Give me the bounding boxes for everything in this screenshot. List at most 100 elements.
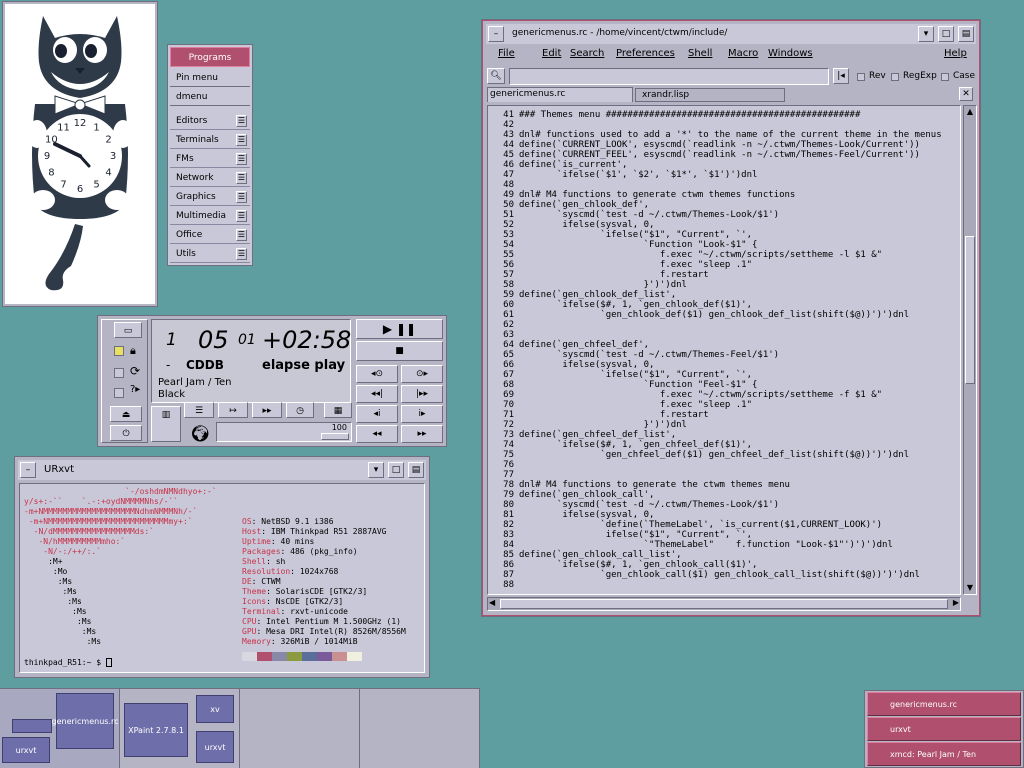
clear-search-button[interactable]: |◂ [833,68,849,84]
mini-window-xpaint[interactable]: XPaint 2.7.8.1 [124,703,188,757]
tab-xrandr[interactable]: xrandr.lisp [635,88,785,102]
disc-button[interactable]: ▥ [151,406,181,442]
code-text: `syscmd(`test -d ~/.ctwm/Themes-Look/$1'… [519,210,780,220]
window-menu-button[interactable]: – [488,26,504,42]
next-track-button[interactable]: |▸▸ [401,385,443,403]
prev-index-button[interactable]: ◂i [356,405,398,423]
menu-search[interactable]: Search [570,48,604,59]
menu-edit[interactable]: Edit [542,48,561,59]
maximize-button[interactable]: □ [388,462,404,478]
play-pause-button[interactable]: ▶ ❚❚ [356,319,443,339]
repeat-checkbox[interactable] [114,368,124,378]
menu-item-fms[interactable]: FMs ☰ [170,150,250,168]
terminal-content[interactable]: `-/oshdmNMNdhyo+:-` y/s+:-`` `.-:+oydNMMM… [19,483,425,673]
search-icon[interactable]: 🔍︎ [487,68,505,84]
menu-item-graphics[interactable]: Graphics ☰ [170,188,250,206]
menu-item-terminals[interactable]: Terminals ☰ [170,131,250,149]
maximize-button[interactable]: □ [938,26,954,42]
stop-button[interactable]: ■ [356,341,443,361]
line-number: 50 [503,200,514,210]
scroll-thumb[interactable] [965,236,975,384]
tab-genericmenus[interactable]: genericmenus.rc [487,87,633,102]
scroll-down-arrow[interactable]: ▼ [965,583,975,593]
menu-shell[interactable]: Shell [688,48,712,59]
menu-item-editors[interactable]: Editors ☰ [170,112,250,130]
eject-button[interactable]: ⏏ [110,406,142,422]
workspace-4[interactable] [360,689,480,768]
terminal-titlebar[interactable]: – URxvt ▾ □ ▤ [18,460,426,480]
iconify-button[interactable]: ▾ [918,26,934,42]
workspace-3[interactable] [240,689,360,768]
submenu-arrow-icon: ☰ [236,134,247,146]
menu-help[interactable]: Help [944,48,967,59]
mini-window-urxvt-2[interactable]: urxvt [196,731,234,763]
line-number: 80 [503,500,514,510]
code-text: ifelse("$1", "Current", `', [519,530,752,540]
workspace-2[interactable]: XPaint 2.7.8.1 xv urxvt [120,689,240,768]
menu-windows[interactable]: Windows [768,48,813,59]
terminal-window: – URxvt ▾ □ ▤ `-/oshdmNMNdhyo+:-` y/s+:-`… [14,456,430,678]
close-button[interactable]: ▤ [958,26,974,42]
disc-title: Pearl Jam / Ten [158,377,232,388]
playlist-button[interactable]: ☰ [184,402,214,418]
logo-line: -N/hMMMMMMMMMmho:` [24,537,126,546]
regexp-checkbox[interactable] [891,73,899,81]
time-button[interactable]: ◷ [286,402,314,418]
workspace-1[interactable]: genericmenus.rc urxvt [0,689,120,768]
mini-window-genericmenus[interactable]: genericmenus.rc [52,693,119,749]
menu-item-utils[interactable]: Utils ☰ [170,245,250,263]
code-editor[interactable]: 41 ### Themes menu ######################… [487,105,961,595]
search-input[interactable] [509,68,829,85]
window-menu-button[interactable]: – [20,462,36,478]
horizontal-scrollbar[interactable]: ◀ ▶ [487,597,961,611]
info-sep: : [251,517,262,526]
mini-window-blank[interactable] [12,719,52,733]
forward-index-button[interactable]: ⊙▸ [401,365,443,383]
scroll-up-arrow[interactable]: ▲ [965,107,975,117]
case-checkbox[interactable] [941,73,949,81]
icon-manager-entry[interactable]: genericmenus.rc [867,692,1021,716]
rewind-index-button[interactable]: ◂⊙ [356,365,398,383]
icon-manager-entry[interactable]: xmcd: Pearl Jam / Ten [867,742,1021,766]
scroll-right-arrow[interactable]: ▶ [953,598,959,607]
volume-slider[interactable]: 100 [216,422,352,442]
code-text: f.exec "~/.ctwm/scripts/settheme -l $1 &… [519,250,883,260]
mini-window-xv[interactable]: xv [196,695,234,723]
shuffle-checkbox[interactable] [114,388,124,398]
lock-icon[interactable]: 🔒︎ [130,344,136,358]
hscroll-thumb[interactable] [500,599,948,609]
menu-title: Programs [170,47,250,67]
cat-clock-window[interactable]: 12 1 2 3 4 5 6 7 8 9 10 11 [2,1,158,307]
prev-track-button[interactable]: ◂◂| [356,385,398,403]
code-text: define(`gen_chlook_call_list', [519,550,682,560]
menu-preferences[interactable]: Preferences [616,48,675,59]
window-icon-button[interactable]: ▭ [114,322,142,338]
keypad-button[interactable]: ▦ [324,402,352,418]
rev-checkbox[interactable] [857,73,865,81]
power-button[interactable]: ⏻ [110,425,142,441]
menu-item-dmenu[interactable]: dmenu [170,88,250,106]
scroll-left-arrow[interactable]: ◀ [489,598,495,607]
menu-file[interactable]: File [498,48,515,59]
next-index-button[interactable]: i▸ [401,405,443,423]
icon-manager-entry[interactable]: urxvt [867,717,1021,741]
iconify-button[interactable]: ▾ [368,462,384,478]
menu-item-office[interactable]: Office ☰ [170,226,250,244]
vertical-scrollbar[interactable]: ▲ ▼ [963,105,977,595]
sample-button[interactable]: ▸▸ [252,402,282,418]
menu-item-network[interactable]: Network ☰ [170,169,250,187]
close-tab-button[interactable]: ✕ [959,87,973,101]
editor-titlebar[interactable]: – genericmenus.rc - /home/vincent/ctwm/i… [486,24,976,44]
menu-item-pin-menu[interactable]: Pin menu [170,69,250,87]
rewind-button[interactable]: ◂◂ [356,425,398,443]
menu-macro[interactable]: Macro [728,48,758,59]
globe-icon[interactable]: 🌍︎ [190,424,210,443]
mini-window-urxvt[interactable]: urxvt [2,737,50,763]
fast-forward-button[interactable]: ▸▸ [401,425,443,443]
volume-handle[interactable] [321,433,349,440]
menu-item-multimedia[interactable]: Multimedia ☰ [170,207,250,225]
ab-button[interactable]: ↦ [218,402,248,418]
close-button[interactable]: ▤ [408,462,424,478]
code-text: `syscmd(`test -d ~/.ctwm/Themes-Look/$1'… [519,500,780,510]
code-line: 43 dnl# functions used to add a '*' to th… [488,130,960,140]
